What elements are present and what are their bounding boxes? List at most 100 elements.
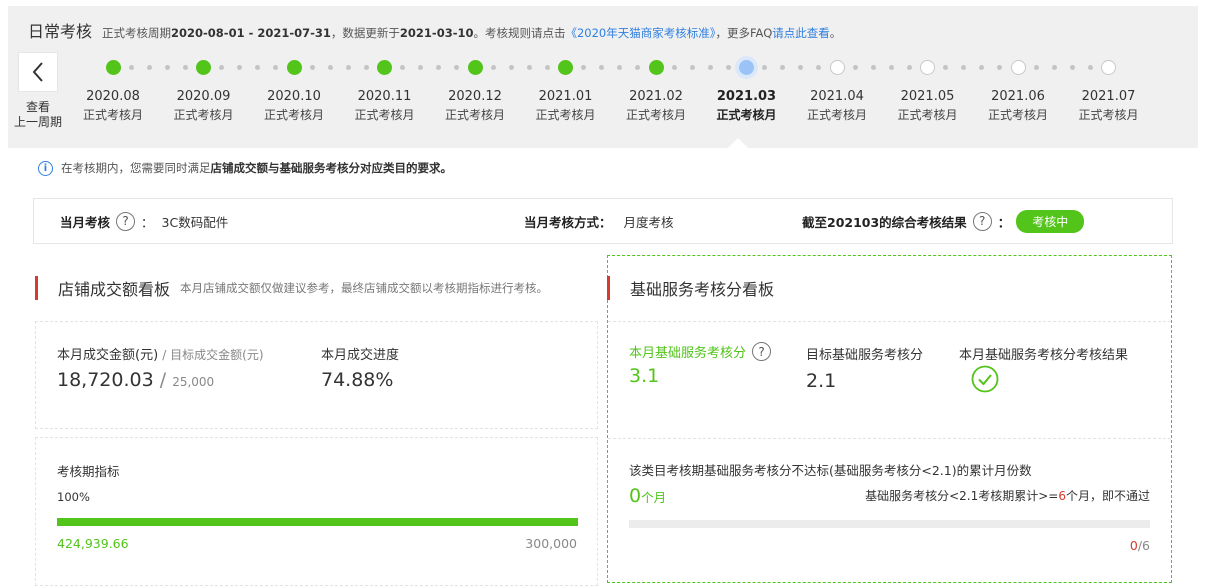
timeline-node-2021.07[interactable] xyxy=(1101,60,1116,75)
timeline-connector-dot xyxy=(255,65,261,70)
requirement-notice: i 在考核期内，您需要同时满足 店铺成交额与基础服务考核分对应类目的要求。 xyxy=(38,160,452,176)
timeline-month-2021.06[interactable]: 2021.06 正式考核月 xyxy=(976,88,1060,124)
timeline-month-2020.11[interactable]: 2020.11 正式考核月 xyxy=(343,88,427,124)
month-date: 2021.07 xyxy=(1081,89,1136,104)
target-label: / 目标成交金额(元) xyxy=(162,348,264,362)
timeline-connector-dot xyxy=(273,65,279,70)
timeline-connector-dot xyxy=(707,65,713,70)
month-type: 正式考核月 xyxy=(444,108,505,122)
faq-prefix: ，更多FAQ xyxy=(715,26,773,40)
timeline-month-2021.03[interactable]: 2021.03 正式考核月 xyxy=(705,88,789,124)
month-date: 2021.06 xyxy=(991,89,1045,104)
rule-prefix: 基础服务考核分<2.1考核期累计>= xyxy=(865,489,1059,503)
timeline-node-2020.09[interactable] xyxy=(196,60,211,75)
timeline-node-2021.02[interactable] xyxy=(648,60,664,75)
prev-period-button[interactable] xyxy=(18,52,58,92)
period-target: 300,000 xyxy=(525,536,577,551)
timeline-connector-dot xyxy=(327,65,333,70)
timeline-month-2020.12[interactable]: 2020.12 正式考核月 xyxy=(433,88,517,124)
timeline-connector-dot xyxy=(780,65,786,70)
method-label: 当月考核方式： xyxy=(524,214,612,230)
timeline-node-2020.08[interactable] xyxy=(105,60,121,75)
timeline-node-2020.11[interactable] xyxy=(377,60,392,75)
timeline-connector-dot xyxy=(363,65,369,70)
divider xyxy=(608,321,1171,322)
period-progress-fill xyxy=(57,518,578,526)
section-marker xyxy=(35,276,38,300)
timeline-connector-dot xyxy=(128,65,134,70)
timeline-connector-dot xyxy=(599,65,605,70)
timeline-node-2021.04[interactable] xyxy=(829,60,845,75)
amount-block: 本月成交金额(元) / 目标成交金额(元) 18,720.03 / 25,000 xyxy=(57,344,264,391)
status-badge: 考核中 xyxy=(1016,209,1085,233)
store-panel-title: 店铺成交额看板 xyxy=(58,280,171,299)
timeline-connector-dot xyxy=(581,65,587,70)
timeline-connector-dot xyxy=(436,65,442,70)
month-type: 正式考核月 xyxy=(806,108,867,122)
timeline-month-2020.08[interactable]: 2020.08 正式考核月 xyxy=(71,88,155,124)
timeline-node-2021.01[interactable] xyxy=(558,60,573,75)
amount-label: 本月成交金额(元) xyxy=(57,348,159,363)
section-marker xyxy=(607,276,610,300)
period-indicator-card: 考核期指标 100% 424,939.66 300,000 xyxy=(35,437,598,586)
monthly-label: 当月考核 xyxy=(60,214,111,230)
divider xyxy=(608,438,1171,439)
timeline-connector-dot xyxy=(182,65,188,70)
info-icon: i xyxy=(38,160,53,176)
month-date: 2020.11 xyxy=(357,89,412,104)
timeline-connector-dot xyxy=(997,65,1003,70)
timeline-month-2021.07[interactable]: 2021.07 正式考核月 xyxy=(1067,88,1151,124)
timeline-connector-dot xyxy=(888,65,894,70)
timeline-month-2021.02[interactable]: 2021.02 正式考核月 xyxy=(614,88,698,124)
timeline-month-2021.01[interactable]: 2021.01 正式考核月 xyxy=(524,88,608,124)
timeline-connector-dot xyxy=(816,65,822,70)
assessment-header-area: 日常考核 正式考核周期2020-08-01 - 2021-07-31，数据更新于… xyxy=(8,6,1198,148)
timeline-connector-dot xyxy=(490,65,496,70)
timeline-node-2020.10[interactable] xyxy=(286,60,302,75)
period-prefix: 正式考核周期 xyxy=(102,26,172,40)
period-value: 2020-08-01 - 2021-07-31 xyxy=(171,26,331,40)
progress-block: 本月成交进度 74.88% xyxy=(321,344,399,391)
monthly-turnover-card: 本月成交金额(元) / 目标成交金额(元) 18,720.03 / 25,000… xyxy=(35,321,598,429)
month-date: 2021.02 xyxy=(629,89,683,104)
timeline-node-2020.12[interactable] xyxy=(467,60,483,75)
month-type: 正式考核月 xyxy=(987,108,1048,122)
timeline-connector-dot xyxy=(961,65,967,70)
target-score-label: 目标基础服务考核分 xyxy=(806,348,924,363)
timeline-month-2020.09[interactable]: 2020.09 正式考核月 xyxy=(162,88,246,124)
rule-link[interactable]: 《2020年天猫商家考核标准》 xyxy=(565,26,715,40)
timeline-connector-dot xyxy=(689,65,695,70)
progress-label: 本月成交进度 xyxy=(321,348,400,363)
method-value: 月度考核 xyxy=(623,214,674,230)
score-result-block: 本月基础服务考核分考核结果 xyxy=(959,344,1128,393)
timeline-month-2020.10[interactable]: 2020.10 正式考核月 xyxy=(252,88,336,124)
timeline-node-2021.06[interactable] xyxy=(1010,60,1026,75)
timeline-connector-dot xyxy=(906,65,912,70)
question-circle-icon[interactable]: ? xyxy=(752,342,772,361)
assessment-summary: 当月考核 ? ： 3C数码配件 当月考核方式： 月度考核 截至202103的综合… xyxy=(33,198,1173,244)
question-circle-icon[interactable]: ? xyxy=(116,211,136,231)
question-circle-icon[interactable]: ? xyxy=(972,211,992,231)
timeline-connector-dot xyxy=(1069,65,1075,70)
prev-period-label[interactable]: 查看 上一周期 xyxy=(12,100,64,130)
service-panel-title: 基础服务考核分看板 xyxy=(630,280,775,299)
timeline-connector-dot xyxy=(1033,65,1039,70)
progress-value: 74.88% xyxy=(321,369,394,391)
timeline-node-2021.03[interactable] xyxy=(739,60,754,75)
timeline-node-2021.05[interactable] xyxy=(920,60,935,75)
target-score-value: 2.1 xyxy=(806,370,837,392)
period-timeline: 2020.08 正式考核月 2020.09 正式考核月 2020.10 正式考核月 2020… xyxy=(64,58,1198,148)
timeline-month-2021.04[interactable]: 2021.04 正式考核月 xyxy=(795,88,879,124)
period-actual: 424,939.66 xyxy=(57,536,129,551)
timeline-connector-dot xyxy=(219,65,225,70)
timeline-connector-dot xyxy=(725,65,731,70)
faq-link[interactable]: 请点此查看 xyxy=(772,26,830,40)
rule-limit: 6 xyxy=(1058,489,1066,503)
month-type: 正式考核月 xyxy=(716,108,777,122)
month-type: 正式考核月 xyxy=(1078,108,1139,122)
category-value: 3C数码配件 xyxy=(161,214,229,230)
timeline-month-2021.05[interactable]: 2021.05 正式考核月 xyxy=(886,88,970,124)
rule-prefix: 。考核规则请点击 xyxy=(473,26,566,40)
timeline-connector-dot xyxy=(870,65,876,70)
timeline-connector-dot xyxy=(418,65,424,70)
